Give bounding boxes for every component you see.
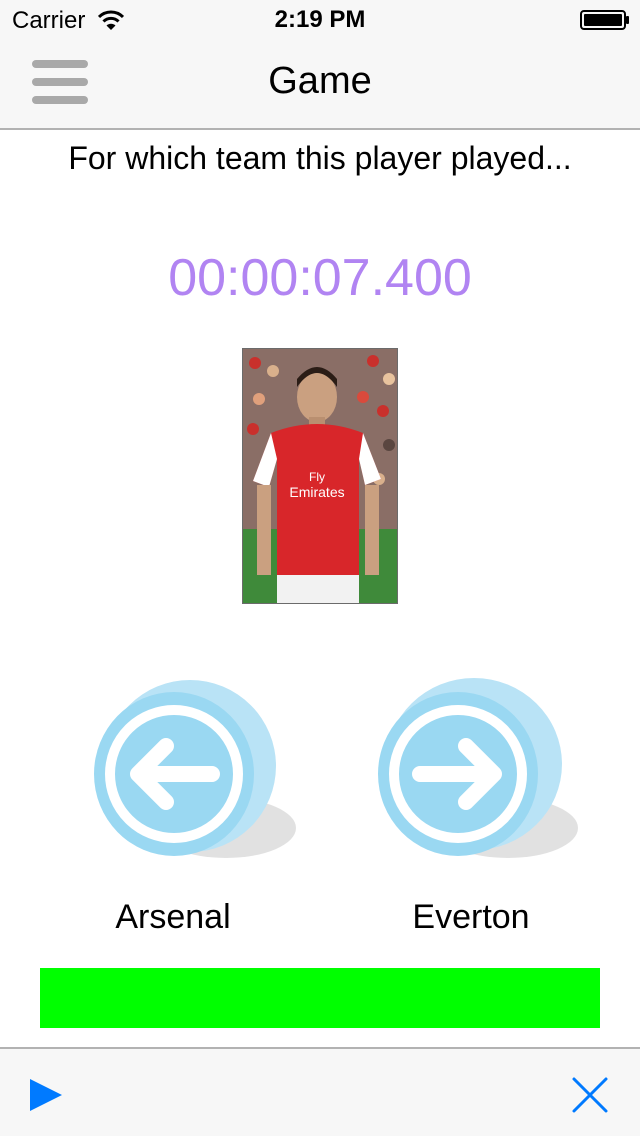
- play-icon[interactable]: [24, 1073, 68, 1117]
- left-arrow-circle-icon: [94, 680, 296, 858]
- status-time: 2:19 PM: [274, 6, 366, 33]
- player-photo: Fly Emirates: [242, 348, 398, 604]
- game-screen: Carrier 2:19 PM Game For which team this…: [0, 0, 640, 1136]
- time-progress-bar: [40, 968, 600, 1028]
- game-timer: 00:00:07.400: [168, 249, 472, 307]
- battery-icon: [580, 10, 629, 30]
- status-bar: Carrier 2:19 PM: [0, 0, 640, 40]
- answer-button-left[interactable]: [78, 672, 298, 882]
- bottom-toolbar: [0, 1047, 640, 1136]
- page-title: Game: [268, 60, 372, 102]
- player-photo-image: Fly Emirates: [243, 349, 397, 603]
- svg-text:Emirates: Emirates: [289, 484, 344, 500]
- answer-label-right: Everton: [412, 898, 530, 936]
- answer-label-left: Arsenal: [115, 898, 231, 936]
- svg-text:Fly: Fly: [309, 470, 325, 484]
- question-text: For which team this player played...: [68, 140, 572, 176]
- time-progress-fill: [40, 968, 600, 1028]
- right-arrow-circle-icon: [378, 678, 578, 858]
- answer-button-right[interactable]: [362, 672, 582, 882]
- close-icon[interactable]: [568, 1073, 612, 1117]
- navigation-bar: Game: [0, 40, 640, 130]
